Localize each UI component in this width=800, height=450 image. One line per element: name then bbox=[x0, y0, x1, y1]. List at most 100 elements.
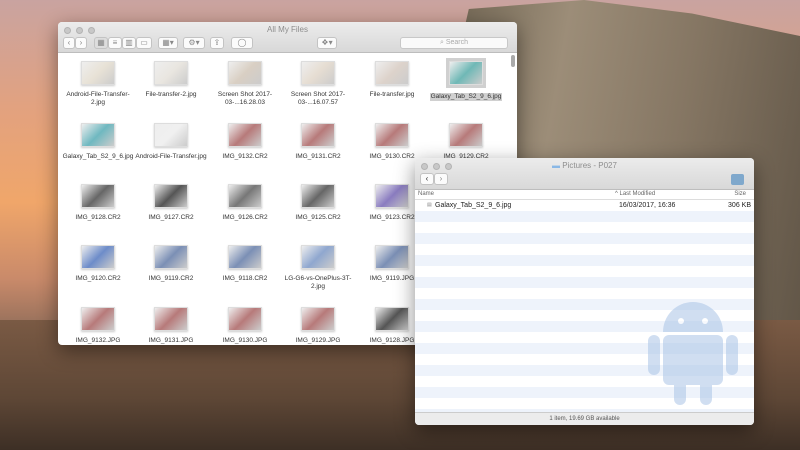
file-label: Android-File-Transfer-2.jpg bbox=[66, 91, 130, 106]
file-item[interactable]: IMG_9125.CR2 bbox=[281, 184, 355, 222]
thumbnail bbox=[154, 245, 188, 269]
file-item[interactable]: IMG_9129.JPG bbox=[281, 307, 355, 345]
window-title: All My Files bbox=[267, 25, 308, 34]
thumbnail bbox=[81, 307, 115, 331]
column-size[interactable]: Size bbox=[734, 191, 746, 197]
scrollbar[interactable] bbox=[511, 55, 515, 67]
thumbnail bbox=[375, 123, 409, 147]
thumbnail bbox=[375, 184, 409, 208]
thumbnail bbox=[375, 61, 409, 85]
tags-button[interactable]: ◯ bbox=[231, 37, 253, 49]
file-icon: ▤ bbox=[427, 202, 432, 208]
file-item[interactable]: Screen Shot 2017-03-...16.07.57 bbox=[281, 61, 355, 107]
file-label: Screen Shot 2017-03-...16.28.03 bbox=[217, 91, 273, 106]
back-button[interactable]: ‹ bbox=[420, 173, 434, 185]
window-title-text: Pictures - P027 bbox=[562, 161, 617, 170]
column-name[interactable]: Name bbox=[418, 191, 434, 197]
list-row[interactable]: ▤ Galaxy_Tab_S2_9_6.jpg 16/03/2017, 16:3… bbox=[415, 200, 754, 211]
thumbnail bbox=[449, 123, 483, 147]
column-last-modified[interactable]: ^ Last Modified bbox=[615, 191, 655, 197]
search-placeholder: Search bbox=[445, 39, 469, 46]
share-button[interactable]: ⇪ bbox=[210, 37, 224, 49]
file-item[interactable]: Galaxy_Tab_S2_9_6.jpg bbox=[61, 123, 135, 161]
file-item[interactable]: IMG_9131.JPG bbox=[134, 307, 208, 345]
traffic-lights[interactable] bbox=[64, 27, 95, 34]
thumbnail bbox=[154, 307, 188, 331]
action-gear-button[interactable]: ⚙▾ bbox=[183, 37, 205, 49]
file-label: IMG_9119.CR2 bbox=[148, 275, 194, 282]
file-item[interactable]: IMG_9118.CR2 bbox=[208, 245, 282, 283]
thumbnail bbox=[154, 61, 188, 85]
file-label: File-transfer.jpg bbox=[369, 91, 415, 98]
thumbnail bbox=[301, 245, 335, 269]
file-item[interactable]: File-transfer-2.jpg bbox=[134, 61, 208, 99]
file-label: IMG_9127.CR2 bbox=[148, 214, 194, 221]
thumbnail bbox=[81, 123, 115, 147]
file-modified: 16/03/2017, 16:36 bbox=[619, 202, 676, 209]
file-item[interactable]: IMG_9120.CR2 bbox=[61, 245, 135, 283]
finder-window-pictures: ▬ Pictures - P027 ‹ › Name ^ Last Modifi… bbox=[415, 158, 754, 425]
file-item[interactable]: IMG_9128.CR2 bbox=[61, 184, 135, 222]
file-item[interactable]: IMG_9126.CR2 bbox=[208, 184, 282, 222]
status-bar: 1 item, 19.69 GB available bbox=[415, 412, 754, 425]
icon-view-button[interactable]: ▦ bbox=[94, 37, 108, 49]
file-label: Screen Shot 2017-03-...16.07.57 bbox=[290, 91, 346, 106]
dropbox-button[interactable]: ❖▾ bbox=[317, 37, 337, 49]
file-item[interactable]: IMG_9129.CR2 bbox=[429, 123, 503, 161]
list-view-button[interactable]: ≡ bbox=[108, 37, 122, 49]
search-input[interactable]: ⌕ Search bbox=[400, 37, 508, 49]
file-label: LG-G6-vs-OnePlus-3T-2.jpg bbox=[284, 275, 352, 290]
window-title: ▬ Pictures - P027 bbox=[415, 158, 754, 170]
file-item[interactable]: IMG_9130.CR2 bbox=[355, 123, 429, 161]
file-label: IMG_9132.CR2 bbox=[222, 153, 268, 160]
file-label: IMG_9131.JPG bbox=[148, 337, 194, 344]
traffic-lights[interactable] bbox=[421, 163, 452, 170]
file-item[interactable]: IMG_9132.CR2 bbox=[208, 123, 282, 161]
thumbnail bbox=[154, 123, 188, 147]
file-item[interactable]: IMG_9131.CR2 bbox=[281, 123, 355, 161]
thumbnail bbox=[228, 123, 262, 147]
file-label: IMG_9130.JPG bbox=[222, 337, 268, 344]
file-label: IMG_9118.CR2 bbox=[222, 275, 268, 282]
forward-button[interactable]: › bbox=[75, 37, 87, 49]
android-watermark-icon bbox=[648, 302, 738, 405]
column-view-button[interactable]: ▥ bbox=[122, 37, 136, 49]
file-name: Galaxy_Tab_S2_9_6.jpg bbox=[435, 202, 512, 209]
thumbnail bbox=[375, 245, 409, 269]
file-label: IMG_9126.CR2 bbox=[222, 214, 268, 221]
file-label: IMG_9125.CR2 bbox=[295, 214, 341, 221]
thumbnail bbox=[301, 307, 335, 331]
thumbnail bbox=[81, 245, 115, 269]
folder-icon: ▬ bbox=[552, 161, 561, 170]
file-item[interactable]: IMG_9130.JPG bbox=[208, 307, 282, 345]
thumbnail bbox=[375, 307, 409, 331]
back-button[interactable]: ‹ bbox=[63, 37, 75, 49]
thumbnail bbox=[446, 58, 486, 88]
file-item[interactable]: IMG_9119.CR2 bbox=[134, 245, 208, 283]
forward-button[interactable]: › bbox=[434, 173, 448, 185]
file-item[interactable]: Screen Shot 2017-03-...16.28.03 bbox=[208, 61, 282, 107]
file-item[interactable]: File-transfer.jpg bbox=[355, 61, 429, 99]
thumbnail bbox=[81, 61, 115, 85]
file-label: Android-File-Transfer.jpg bbox=[135, 153, 207, 160]
file-label: IMG_9132.JPG bbox=[75, 337, 121, 344]
thumbnail bbox=[228, 307, 262, 331]
arrange-button[interactable]: ▦▾ bbox=[158, 37, 178, 49]
file-label: Galaxy_Tab_S2_9_6.jpg bbox=[62, 153, 134, 160]
column-header: Name ^ Last Modified Size bbox=[415, 190, 754, 200]
file-label: Galaxy_Tab_S2_9_6.jpg bbox=[429, 93, 503, 101]
file-size: 306 KB bbox=[728, 202, 751, 209]
file-item[interactable]: Android-File-Transfer-2.jpg bbox=[61, 61, 135, 107]
file-label: File-transfer-2.jpg bbox=[145, 91, 197, 98]
file-item[interactable]: Android-File-Transfer.jpg bbox=[134, 123, 208, 161]
file-label: IMG_9128.CR2 bbox=[75, 214, 121, 221]
file-item[interactable]: Galaxy_Tab_S2_9_6.jpg bbox=[429, 58, 503, 103]
thumbnail bbox=[154, 184, 188, 208]
thumbnail bbox=[301, 123, 335, 147]
device-folder-icon[interactable] bbox=[731, 174, 744, 185]
file-label: IMG_9131.CR2 bbox=[295, 153, 341, 160]
file-item[interactable]: IMG_9127.CR2 bbox=[134, 184, 208, 222]
cover-flow-button[interactable]: ▭ bbox=[136, 37, 152, 49]
file-item[interactable]: LG-G6-vs-OnePlus-3T-2.jpg bbox=[281, 245, 355, 291]
file-item[interactable]: IMG_9132.JPG bbox=[61, 307, 135, 345]
